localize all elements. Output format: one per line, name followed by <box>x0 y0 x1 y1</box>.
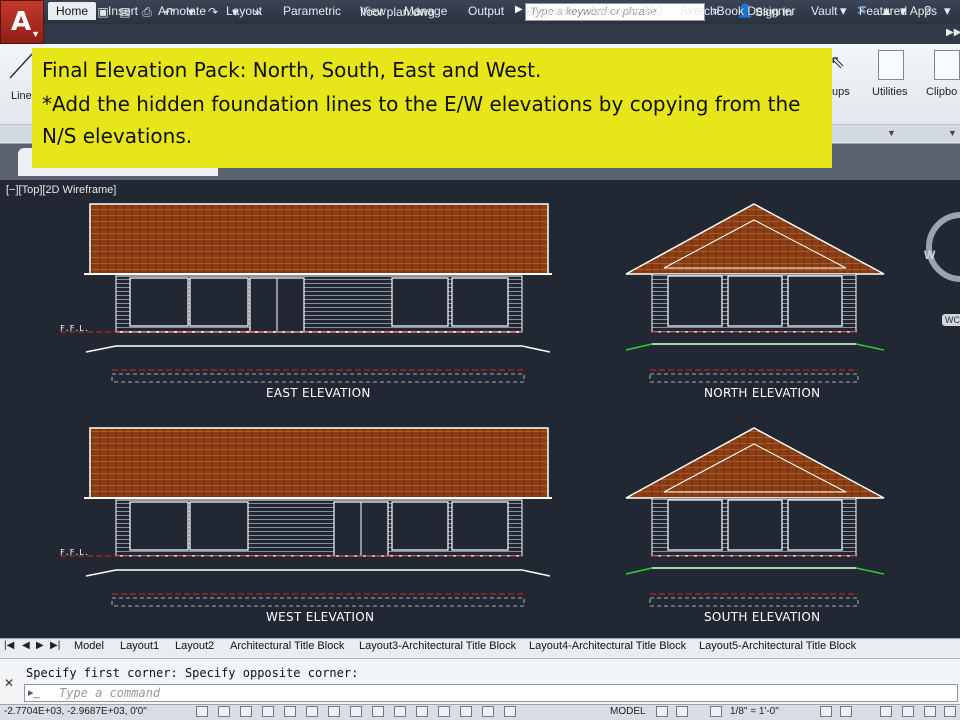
infer-constraints-icon[interactable] <box>196 706 208 717</box>
clipboard-icon[interactable] <box>934 50 960 80</box>
annotation-scale[interactable]: 1/8" = 1'-0" <box>730 706 779 717</box>
close-icon[interactable]: ✕ <box>4 676 14 690</box>
tab-overflow-icon[interactable]: ▶▶ <box>946 27 960 38</box>
ffl-label-west: F.F.L. <box>60 548 89 557</box>
annotation-scale-icon[interactable] <box>710 706 722 717</box>
tab-manage[interactable]: Manage <box>396 2 455 20</box>
tab-home[interactable]: Home <box>48 2 97 20</box>
object-snap-icon[interactable] <box>306 706 318 717</box>
instruction-callout: Final Elevation Pack: North, South, East… <box>32 48 832 168</box>
east-elevation[interactable] <box>60 203 552 383</box>
dynamic-input-icon[interactable] <box>394 706 406 717</box>
tab-layout3[interactable]: Layout3-Architectural Title Block <box>357 640 518 652</box>
tab-autodesk-360[interactable]: Autodesk 360 <box>581 2 670 20</box>
calculator-icon[interactable] <box>878 50 904 80</box>
utilities-dropdown-icon[interactable]: ▼ <box>887 128 896 138</box>
autocad-window: A ▼ ▭ ▱ ▣ ▤ ⎙ ↶ ▾ ↷ ▾ » floor plan.dwg ▶… <box>0 0 960 720</box>
tab-insert[interactable]: Insert <box>100 2 146 20</box>
tab-annotate[interactable]: Annotate <box>150 2 214 20</box>
clipboard-label[interactable]: Clipbo <box>926 86 957 98</box>
lineweight-icon[interactable] <box>416 706 428 717</box>
command-prompt-icon[interactable]: ▸_ <box>28 686 40 699</box>
grid-display-icon[interactable] <box>240 706 252 717</box>
clipboard-dropdown-icon[interactable]: ▼ <box>948 128 957 138</box>
tab-parametric[interactable]: Parametric <box>275 2 349 20</box>
west-elevation-label: WEST ELEVATION <box>266 610 375 624</box>
previous-layout-icon[interactable]: ◀ <box>22 640 30 651</box>
lock-icon[interactable] <box>902 706 914 717</box>
east-roof <box>89 203 549 275</box>
tab-output[interactable]: Output <box>460 2 512 20</box>
east-elevation-label: EAST ELEVATION <box>266 386 371 400</box>
west-elevation[interactable] <box>60 427 552 607</box>
quick-view-layouts-icon[interactable] <box>656 706 668 717</box>
dynamic-ucs-icon[interactable] <box>372 706 384 717</box>
selection-cycling-icon[interactable] <box>482 706 494 717</box>
south-elevation-label: SOUTH ELEVATION <box>704 610 821 624</box>
viewcube-west-letter[interactable]: W <box>924 248 935 262</box>
ffl-label-east: F.F.L. <box>60 324 89 333</box>
workspace-switching-icon[interactable] <box>840 706 852 717</box>
ribbon-tab-bar <box>44 24 960 44</box>
coordinate-readout: -2.7704E+03, -2.9687E+03, 0'0" <box>4 706 147 717</box>
ortho-mode-icon[interactable] <box>262 706 274 717</box>
3d-object-snap-icon[interactable] <box>328 706 340 717</box>
command-history: Specify first corner: Specify opposite c… <box>26 666 359 680</box>
line-tool-label[interactable]: Line <box>11 90 32 102</box>
settings-gear-icon[interactable] <box>880 706 892 717</box>
callout-heading: Final Elevation Pack: North, South, East… <box>42 58 542 82</box>
tab-layout[interactable]: Layout <box>218 2 270 20</box>
first-layout-icon[interactable]: |◀ <box>4 640 14 651</box>
clean-screen-icon[interactable] <box>944 706 956 717</box>
tab-layout4[interactable]: Layout4-Architectural Title Block <box>527 640 688 652</box>
tab-layout2[interactable]: Layout2 <box>173 640 216 652</box>
next-layout-icon[interactable]: ▶ <box>36 640 44 651</box>
annotation-monitor-icon[interactable] <box>504 706 516 717</box>
last-layout-icon[interactable]: ▶| <box>50 640 60 651</box>
autocad-logo-icon: A <box>11 7 32 37</box>
north-elevation[interactable] <box>625 203 885 383</box>
transparency-icon[interactable] <box>438 706 450 717</box>
application-menu-button[interactable]: A ▼ <box>0 0 44 44</box>
north-elevation-label: NORTH ELEVATION <box>704 386 821 400</box>
quick-view-drawings-icon[interactable] <box>676 706 688 717</box>
tab-featured-apps[interactable]: Featured Apps <box>851 2 945 20</box>
quick-properties-icon[interactable] <box>460 706 472 717</box>
wcs-menu[interactable]: WCS <box>942 314 960 326</box>
tab-plug-ins[interactable]: Plug-ins <box>518 2 577 20</box>
tab-layout1[interactable]: Layout1 <box>118 640 161 652</box>
tab-view[interactable]: View <box>352 2 394 20</box>
tab-model[interactable]: Model <box>72 640 106 652</box>
elevation-drawings <box>60 203 885 607</box>
chevron-down-icon: ▼ <box>31 29 40 39</box>
model-space-toggle[interactable]: MODEL <box>610 706 646 717</box>
polar-tracking-icon[interactable] <box>284 706 296 717</box>
object-snap-tracking-icon[interactable] <box>350 706 362 717</box>
south-elevation[interactable] <box>625 427 885 607</box>
line-tool-icon[interactable] <box>8 50 34 80</box>
tab-sketchbook-designer[interactable]: SketchBook Designer <box>672 2 803 20</box>
snap-mode-icon[interactable] <box>218 706 230 717</box>
callout-instruction: *Add the hidden foundation lines to the … <box>42 92 801 148</box>
isolate-objects-icon[interactable] <box>924 706 936 717</box>
groups-label[interactable]: ups <box>832 86 850 98</box>
tab-layout5[interactable]: Layout5-Architectural Title Block <box>697 640 858 652</box>
mouse-pointer-icon: ⇖ <box>830 52 846 72</box>
command-input[interactable]: Type a command <box>24 684 958 702</box>
annotation-visibility-icon[interactable] <box>820 706 832 717</box>
tab-architectural-title-block[interactable]: Architectural Title Block <box>228 640 346 652</box>
utilities-label[interactable]: Utilities <box>872 86 907 98</box>
tab-vault[interactable]: Vault <box>803 2 845 20</box>
